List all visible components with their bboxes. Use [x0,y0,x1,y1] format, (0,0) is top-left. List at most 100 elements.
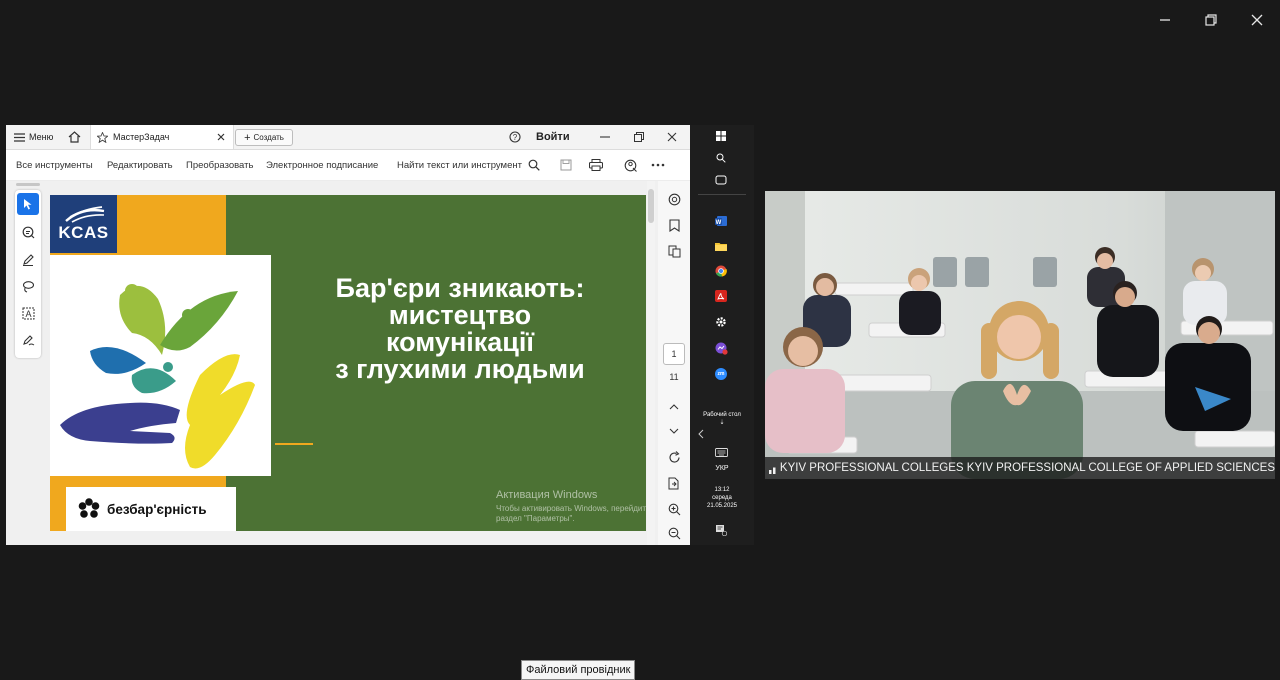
document-area: A KCAS безбар'єрність Бар'єри зникають: … [6,181,690,545]
bookmarks-button[interactable] [664,215,684,235]
pen-icon [22,253,34,266]
tray-expand-button[interactable] [698,429,708,443]
start-button[interactable] [712,127,730,145]
participant-video[interactable]: KYIV PROFESSIONAL COLLEGES KYIV PROFESSI… [765,191,1275,479]
share-link-button[interactable] [624,150,637,180]
task-view-icon [715,175,727,185]
create-button[interactable]: + Создать [235,129,293,146]
comment-tool-button[interactable] [17,221,39,243]
find-text-button[interactable]: Найти текст или инструмент [397,150,540,180]
left-tools-panel: A [15,190,41,358]
clock-weekday: середа [712,495,732,501]
clock-date: 21.05.2025 [706,503,738,509]
acrobat-toolbar: Все инструменты Редактировать Преобразов… [6,150,690,181]
save-button[interactable] [560,150,572,180]
help-button[interactable]: ? [509,125,521,149]
signin-button[interactable]: Войти [536,125,570,149]
sign-tool-button[interactable] [17,329,39,351]
app-close-button[interactable] [667,125,677,149]
acrobat-icon [715,290,727,302]
menu-button[interactable]: Меню [14,125,53,149]
chrome-app-button[interactable] [712,262,730,280]
notifications-button[interactable]: 1 [712,521,730,539]
select-tool-button[interactable] [17,193,39,215]
search-icon [528,159,540,171]
svg-text:W: W [716,220,722,226]
keyboard-tray-button[interactable] [712,443,730,461]
slide-title-line: Бар'єри зникають: [335,273,585,303]
comment-icon [22,226,34,238]
pages-button[interactable] [664,241,684,261]
highlight-tool-button[interactable] [17,248,39,270]
copy-pages-icon [668,245,680,257]
desktop-toolbar[interactable]: Рабочий стол ⇣ [690,411,754,427]
rotate-button[interactable] [664,447,684,467]
lasso-icon [22,280,34,293]
chrome-icon [715,265,727,277]
more-options-button[interactable] [651,150,665,180]
messenger-app-button[interactable] [712,339,730,357]
keyboard-icon [714,447,728,457]
presentation-slide: KCAS безбар'єрність Бар'єри зникають: ми… [50,195,646,531]
extract-button[interactable] [664,473,684,493]
minimize-button[interactable] [1147,8,1183,32]
zoom-app-button[interactable]: zm [712,365,730,383]
chevron-left-icon [698,429,704,439]
more-icon [651,163,665,167]
acrobat-app-button[interactable] [712,287,730,305]
help-icon: ? [509,131,521,143]
windows-logo-icon [716,131,726,141]
page-number-input[interactable]: 1 [663,343,685,365]
previous-page-button[interactable] [664,397,684,417]
menu-label: Меню [29,132,54,142]
text-box-tool-button[interactable]: A [17,302,39,324]
windows-taskbar: W zm Рабочий стол ⇣ УКР 13:12 середа 21.… [690,125,754,545]
clock[interactable]: 13:12 середа 21.05.2025 [690,486,754,510]
text-box-icon: A [22,307,34,319]
esign-button[interactable]: Электронное подписание [266,150,378,180]
zoom-in-icon [668,503,680,515]
tools-drag-handle[interactable] [16,183,40,186]
edit-button[interactable]: Редактировать [107,150,173,180]
home-button[interactable] [68,125,81,149]
signin-label: Войти [536,131,570,143]
close-icon [667,132,677,142]
close-button[interactable] [1239,8,1275,32]
draw-tool-button[interactable] [17,275,39,297]
next-page-button[interactable] [664,421,684,441]
video-caption-bar: KYIV PROFESSIONAL COLLEGES KYIV PROFESSI… [765,457,1275,479]
vertical-scrollbar[interactable] [647,181,655,545]
find-label: Найти текст или инструмент [397,159,522,171]
notification-count: 1 [721,528,724,533]
task-view-button[interactable] [712,171,730,189]
language-indicator[interactable]: УКР [690,465,754,472]
scrollbar-thumb[interactable] [648,189,654,223]
zoom-out-button[interactable] [664,523,684,543]
print-button[interactable] [589,150,603,180]
taskbar-search-button[interactable] [712,149,730,167]
activation-line: Чтобы активировать Windows, перейдите в [496,504,646,513]
all-tools-button[interactable]: Все инструменты [16,150,93,180]
app-restore-button[interactable] [634,125,644,149]
zoom-out-icon [668,527,680,539]
file-explorer-button[interactable] [712,237,730,255]
close-icon [217,133,225,141]
ai-assistant-button[interactable] [664,189,684,209]
word-app-button[interactable]: W [712,212,730,230]
convert-button[interactable]: Преобразовать [186,150,253,180]
ai-assistant-icon [668,193,680,205]
slide-title-line: комунікації [386,327,534,357]
slide-title: Бар'єри зникають: мистецтво комунікації … [274,275,646,383]
clock-time: 13:12 [714,487,730,493]
right-tools-panel: 1 11 [658,181,690,545]
plus-icon: + [244,131,251,144]
restore-button[interactable] [1193,8,1229,32]
tab-close-button[interactable] [217,125,225,149]
folder-icon [715,243,727,251]
zoom-in-button[interactable] [664,499,684,519]
settings-app-button[interactable] [712,313,730,331]
home-icon [68,131,81,143]
hamburger-icon [14,132,25,142]
tab-mastertasks[interactable]: МастерЗадач [90,125,234,149]
app-minimize-button[interactable] [600,125,610,149]
